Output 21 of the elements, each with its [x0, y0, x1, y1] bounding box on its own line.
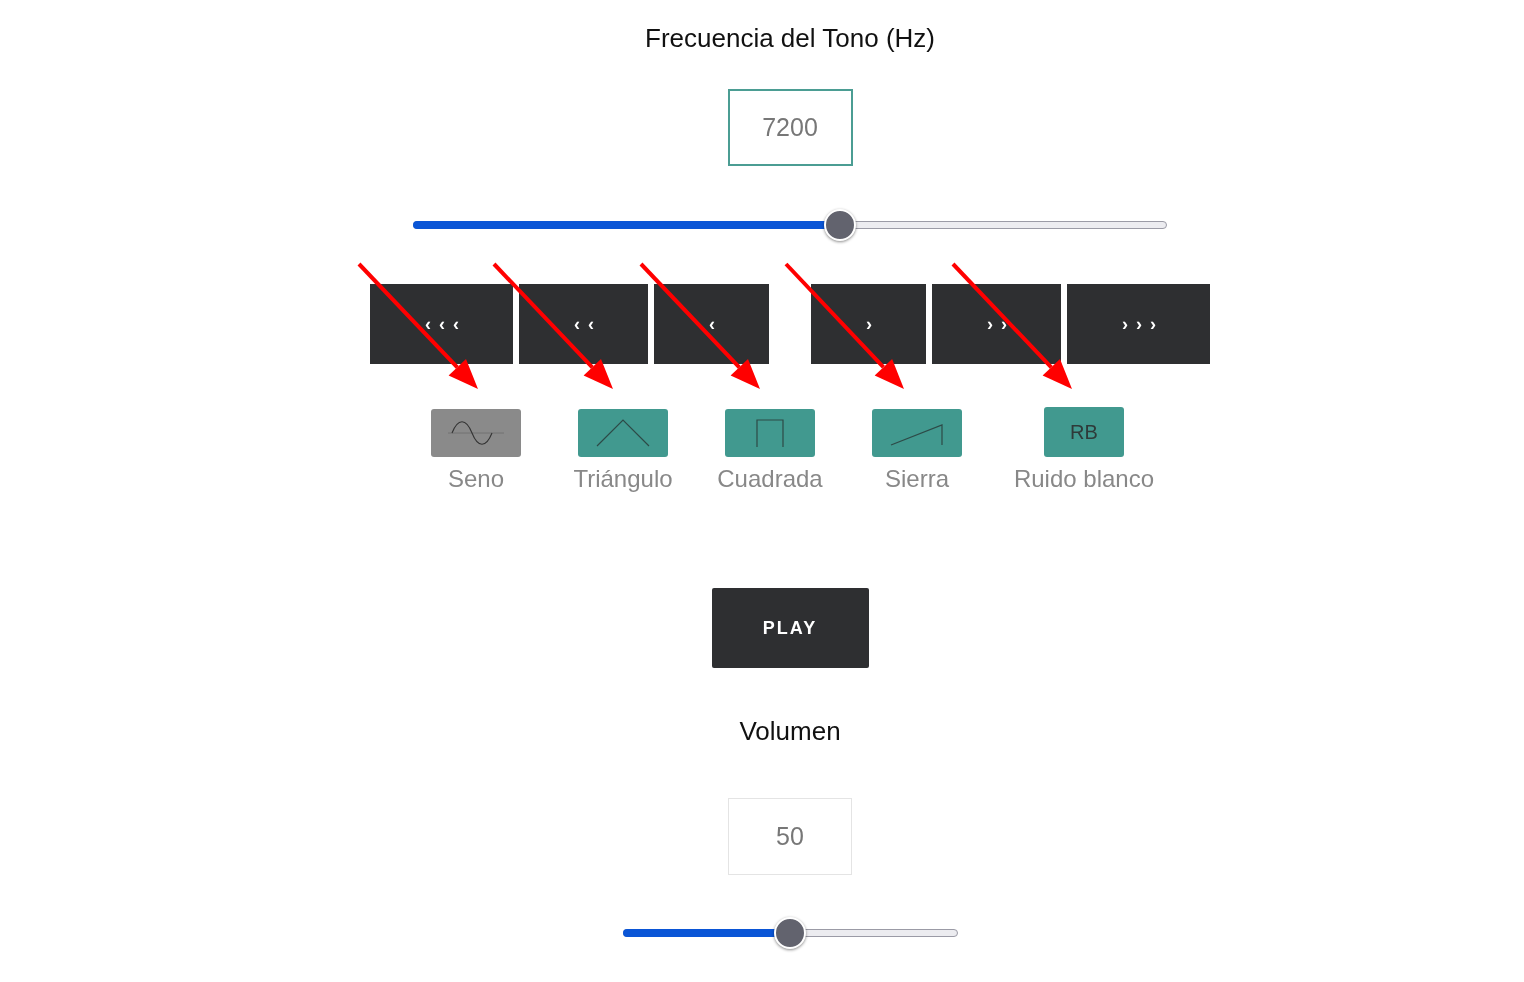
step-up-button[interactable]: ›››: [1067, 284, 1210, 364]
waveform-label: Cuadrada: [717, 464, 823, 494]
step-down-button[interactable]: ‹: [654, 284, 769, 364]
step-down-button[interactable]: ‹‹: [519, 284, 648, 364]
slider-thumb[interactable]: [823, 209, 856, 241]
step-down-button[interactable]: ‹‹‹: [370, 284, 513, 364]
frequency-label: Frecuencia del Tono (Hz): [645, 22, 935, 54]
waveform-label: Sierra: [885, 464, 949, 494]
play-button[interactable]: PLAY: [711, 588, 869, 668]
volume-field[interactable]: 50: [728, 798, 852, 875]
waveform-label: Triángulo: [573, 464, 673, 494]
sine-wave-icon: [448, 418, 504, 448]
slider-thumb[interactable]: [774, 917, 806, 949]
step-up-button[interactable]: ››: [932, 284, 1061, 364]
frequency-field[interactable]: 7200: [727, 89, 853, 166]
step-up-button[interactable]: ›: [811, 284, 926, 364]
waveform-label: Seno: [447, 464, 505, 494]
triangle-wave-icon: [595, 418, 651, 448]
volume-label: Volumen: [739, 715, 841, 747]
waveform-label: Ruido blanco: [1013, 464, 1155, 494]
square-wave-icon: [755, 418, 785, 448]
